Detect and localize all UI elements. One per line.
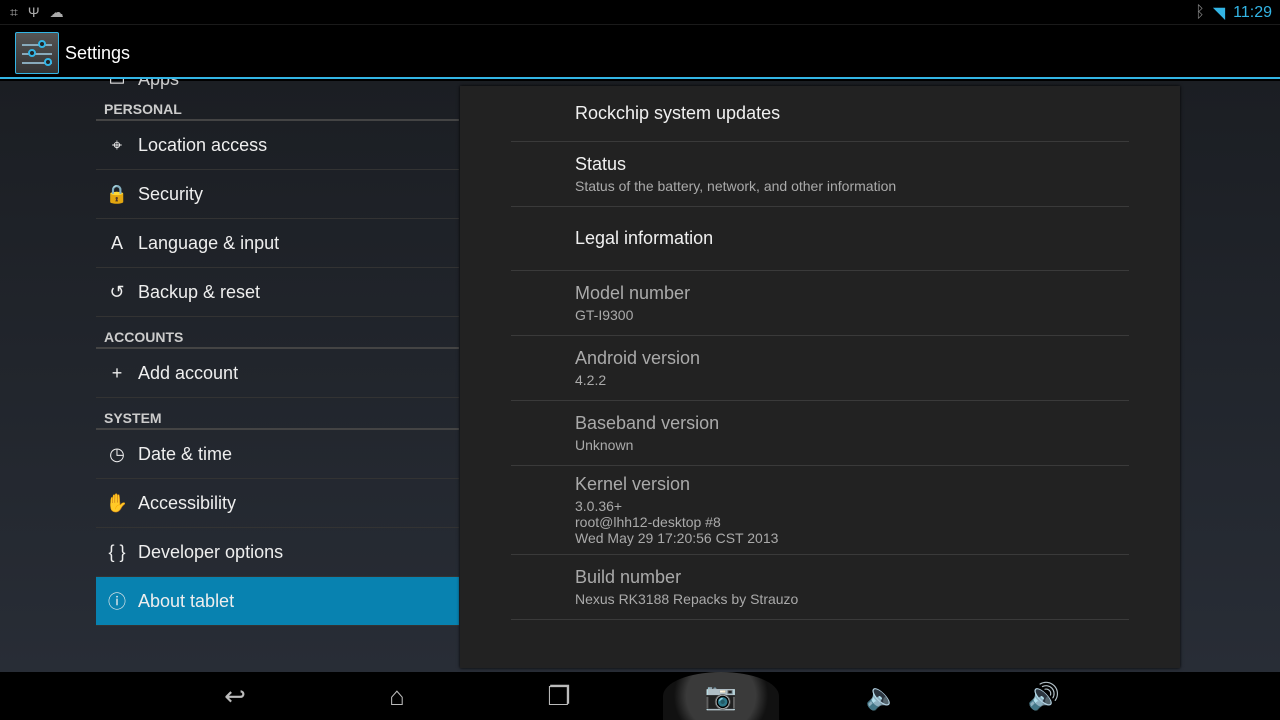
sidebar-item-apps[interactable]: ▭ Apps <box>96 69 459 89</box>
section-header: SYSTEM <box>96 398 459 430</box>
android-icon: ☁ <box>49 4 64 20</box>
sidebar-item[interactable]: + Add account <box>96 349 459 398</box>
sidebar-item-label: About tablet <box>138 590 235 611</box>
preference-summary: 4.2.2 <box>575 372 607 388</box>
preference-title: Android version <box>575 348 701 368</box>
sidebar-item-label: Accessibility <box>138 492 237 513</box>
wifi-icon: ◥ <box>1212 5 1226 22</box>
sidebar-item[interactable]: { } Developer options <box>96 528 459 577</box>
clock: 11:29 <box>1233 4 1272 21</box>
navigation-bar: ↩ ⌂ ❐ 📷 🔈 🔊 <box>0 672 1280 720</box>
preference-summary: 3.0.36+ root@lhh12-desktop #8 Wed May 29… <box>575 498 779 546</box>
sidebar-item-icon: ↺ <box>109 281 125 302</box>
preference-title: Kernel version <box>575 474 691 494</box>
preference-item: Build number Nexus RK3188 Repacks by Stra… <box>511 555 1129 620</box>
preference-item: Model number GT-I9300 <box>511 271 1129 336</box>
sidebar-item-label: Date & time <box>138 443 233 464</box>
home-button[interactable]: ⌂ <box>367 672 427 720</box>
preference-item[interactable]: Rockchip system updates <box>511 86 1129 142</box>
sidebar-item-label: Language & input <box>138 232 280 253</box>
sidebar-item-label: Security <box>138 183 204 204</box>
sidebar-item[interactable]: ⌖ Location access <box>96 121 459 170</box>
sidebar-item[interactable]: ✋ Accessibility <box>96 479 459 528</box>
section-header: PERSONAL <box>96 89 459 121</box>
sidebar-item-icon: ✋ <box>105 492 129 513</box>
preference-title: Model number <box>575 283 691 303</box>
sidebar-item-icon: 🔒 <box>105 183 129 204</box>
sidebar-item[interactable]: ⓘ About tablet <box>96 577 459 626</box>
back-button[interactable]: ↩ <box>205 672 265 720</box>
about-tablet-panel: Rockchip system updates Status Status of t… <box>460 86 1180 668</box>
preference-summary: Nexus RK3188 Repacks by Strauzo <box>575 591 799 607</box>
section-header-label: PERSONAL <box>104 101 182 117</box>
debug-icon: ⌗ <box>10 4 18 20</box>
preference-item: Kernel version 3.0.36+ root@lhh12-desktop… <box>511 466 1129 555</box>
section-header-label: SYSTEM <box>104 410 162 426</box>
preference-title: Legal information <box>575 228 714 248</box>
camera-icon: 📷 <box>704 680 738 711</box>
preference-item[interactable]: Legal information <box>511 207 1129 271</box>
preference-summary: Unknown <box>575 437 634 453</box>
sidebar-item-icon: ⌖ <box>111 134 123 155</box>
bluetooth-icon: ᛒ <box>1195 4 1205 21</box>
sidebar-item[interactable]: A Language & input <box>96 219 459 268</box>
preference-title: Build number <box>575 567 682 587</box>
sidebar-item[interactable]: ↺ Backup & reset <box>96 268 459 317</box>
action-bar: Settings <box>0 26 1280 79</box>
volume-up-icon: 🔊 <box>1027 680 1061 711</box>
preference-title: Status <box>575 154 627 174</box>
recents-button[interactable]: ❐ <box>529 672 589 720</box>
section-header-label: ACCOUNTS <box>104 329 184 345</box>
volume-up-button[interactable]: 🔊 <box>1014 672 1074 720</box>
sidebar-item-label: Add account <box>138 362 239 383</box>
sidebar-item-icon: ◷ <box>109 443 125 464</box>
preference-summary: Status of the battery, network, and othe… <box>575 178 897 194</box>
settings-sidebar[interactable]: ▭ Apps PERSONAL ⌖ Location access 🔒 Security… <box>96 69 459 626</box>
preference-item: Android version 4.2.2 <box>511 336 1129 401</box>
sidebar-item-label: Developer options <box>138 541 284 562</box>
sidebar-item[interactable]: 🔒 Security <box>96 170 459 219</box>
usb-icon: Ψ <box>27 4 40 20</box>
page-title: Settings <box>65 43 131 63</box>
preference-item: Baseband version Unknown <box>511 401 1129 466</box>
sidebar-item-icon: A <box>110 232 123 253</box>
back-icon: ↩ <box>224 680 246 711</box>
volume-down-button[interactable]: 🔈 <box>852 672 912 720</box>
sidebar-item-icon: { } <box>108 541 126 562</box>
sidebar-item[interactable]: ◷ Date & time <box>96 430 459 479</box>
preference-title: Rockchip system updates <box>575 103 781 123</box>
status-bar: ⌗ Ψ ☁ ᛒ ◥ 11:29 <box>0 0 1280 25</box>
sidebar-item-icon: ⓘ <box>108 592 126 612</box>
home-icon: ⌂ <box>389 680 405 711</box>
settings-app-icon[interactable] <box>15 32 59 74</box>
preference-item[interactable]: Status Status of the battery, network, an… <box>511 142 1129 207</box>
sidebar-item-label: Location access <box>138 134 268 155</box>
recents-icon: ❐ <box>547 680 571 711</box>
sidebar-item-label: Backup & reset <box>138 281 261 302</box>
section-header: ACCOUNTS <box>96 317 459 349</box>
volume-down-icon: 🔈 <box>865 680 899 711</box>
screenshot-button[interactable]: 📷 <box>663 672 779 720</box>
sidebar-item-icon: + <box>111 362 123 383</box>
preference-title: Baseband version <box>575 413 720 433</box>
preference-summary: GT-I9300 <box>575 307 634 323</box>
